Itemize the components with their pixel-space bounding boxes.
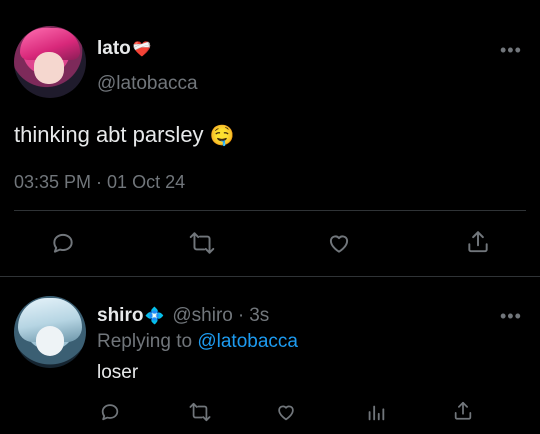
heart-badge-icon: ❤️‍🩹 xyxy=(132,41,152,58)
tweet-text-body: thinking abt parsley xyxy=(14,122,204,147)
replying-to-handle-link[interactable]: @latobacca xyxy=(197,331,298,352)
diamond-badge-icon: 💠 xyxy=(144,308,165,325)
divider xyxy=(14,210,526,211)
reply-author-name[interactable]: shiro xyxy=(97,305,143,327)
more-options-icon[interactable]: ••• xyxy=(500,40,522,61)
reply-icon[interactable] xyxy=(50,230,76,256)
reply-header: shiro 💠 @shiro · 3s xyxy=(97,305,269,327)
tweet-text: thinking abt parsley 🤤 xyxy=(14,122,235,148)
retweet-icon[interactable] xyxy=(188,230,216,256)
reply-author-handle[interactable]: @shiro xyxy=(172,305,232,327)
more-options-icon[interactable]: ••• xyxy=(500,306,522,327)
analytics-icon[interactable] xyxy=(365,401,387,423)
retweet-icon[interactable] xyxy=(188,401,212,423)
separator: · xyxy=(237,305,245,326)
drooling-face-icon: 🤤 xyxy=(209,125,235,147)
reply-age[interactable]: 3s xyxy=(249,305,269,327)
author-avatar[interactable] xyxy=(14,26,86,98)
reply-text: loser xyxy=(97,362,139,383)
tweet-timestamp[interactable]: 03:35 PM · 01 Oct 24 xyxy=(14,172,185,193)
replying-to-label: Replying to xyxy=(97,331,198,352)
author-handle[interactable]: @latobacca xyxy=(97,73,198,95)
reply-author-avatar[interactable] xyxy=(14,296,86,368)
divider xyxy=(0,276,540,277)
reply-icon[interactable] xyxy=(99,401,121,423)
author-name[interactable]: lato xyxy=(97,38,131,60)
like-icon[interactable] xyxy=(326,230,352,256)
like-icon[interactable] xyxy=(275,401,297,423)
share-icon[interactable] xyxy=(465,229,491,255)
share-icon[interactable] xyxy=(452,400,474,422)
replying-to: Replying to @latobacca xyxy=(97,331,298,353)
avatar-face xyxy=(36,326,64,356)
avatar-face xyxy=(34,52,64,84)
author-name-row[interactable]: lato ❤️‍🩹 xyxy=(97,38,151,60)
